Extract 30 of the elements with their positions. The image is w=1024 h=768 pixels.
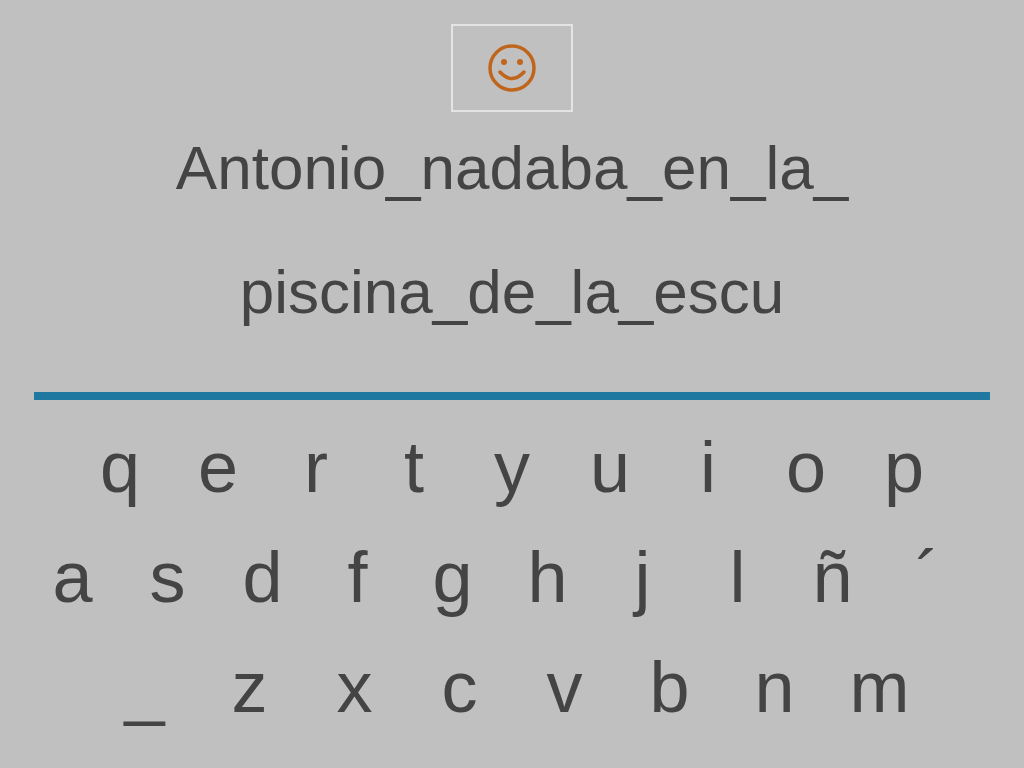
smiley-icon [487, 43, 537, 93]
sentence-text: piscina_de_la_escu [239, 256, 785, 328]
letter-key[interactable]: m [827, 632, 932, 742]
sentence-text: Antonio_nadaba_en_la_ [175, 132, 849, 204]
letter-key[interactable]: e [169, 412, 267, 522]
letter-key[interactable]: u [561, 412, 659, 522]
letter-key[interactable]: s [120, 522, 215, 632]
letter-key[interactable]: v [512, 632, 617, 742]
letter-key[interactable]: f [310, 522, 405, 632]
letter-key[interactable]: n [722, 632, 827, 742]
letter-key[interactable]: j [595, 522, 690, 632]
letter-key[interactable]: ñ [785, 522, 880, 632]
letter-key[interactable]: y [463, 412, 561, 522]
letter-key[interactable]: d [215, 522, 310, 632]
letter-key[interactable]: q [71, 412, 169, 522]
letter-key[interactable]: r [267, 412, 365, 522]
letter-key[interactable]: g [405, 522, 500, 632]
letter-key[interactable]: i [659, 412, 757, 522]
letter-key[interactable]: b [617, 632, 722, 742]
letter-key[interactable]: a [25, 522, 120, 632]
letter-key[interactable]: p [855, 412, 953, 522]
letter-key[interactable]: l [690, 522, 785, 632]
letter-key[interactable]: z [197, 632, 302, 742]
letter-key[interactable]: _ [92, 632, 197, 742]
letter-key[interactable]: c [407, 632, 512, 742]
letter-key[interactable]: o [757, 412, 855, 522]
letter-key[interactable]: x [302, 632, 407, 742]
letter-key[interactable]: ´ [880, 522, 975, 632]
letter-key[interactable]: t [365, 412, 463, 522]
letter-key[interactable]: h [500, 522, 595, 632]
